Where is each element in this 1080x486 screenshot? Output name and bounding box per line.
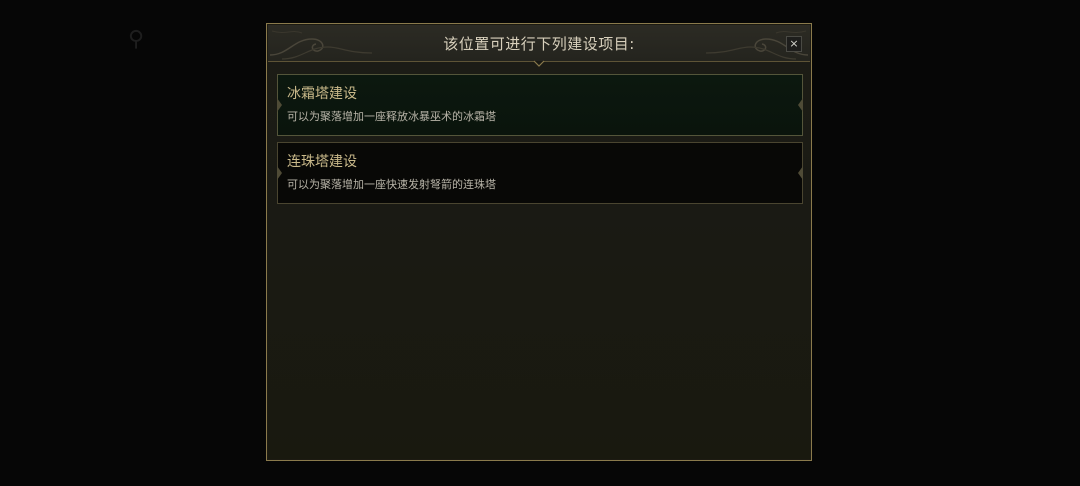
dialog-header: 该位置可进行下列建设项目: × [268, 25, 810, 62]
build-option-title: 连珠塔建设 [287, 154, 357, 170]
pointer-caret-icon [533, 60, 545, 67]
item-right-notch-icon [798, 98, 803, 112]
dialog-title: 该位置可进行下列建设项目: [443, 35, 635, 53]
build-option-frost-tower[interactable]: 冰霜塔建设 可以为聚落增加一座释放冰暴巫术的冰霜塔 [277, 74, 803, 136]
build-option-title: 冰霜塔建设 [287, 86, 357, 102]
build-options-list: 冰霜塔建设 可以为聚落增加一座释放冰暴巫术的冰霜塔 连珠塔建设 可以为聚落增加一… [277, 74, 803, 210]
item-left-notch-icon [277, 166, 282, 180]
item-right-notch-icon [798, 166, 803, 180]
close-icon: × [789, 37, 799, 50]
build-options-dialog: 该位置可进行下列建设项目: × 冰霜塔建设 可以为聚落增加一座释放冰暴巫术的冰霜… [266, 23, 812, 461]
item-left-notch-icon [277, 98, 282, 112]
game-screen: ⚲ 该位置可进行下列建设项目: × 冰霜塔建设 可以为聚落增加一座释放冰暴巫术的… [0, 0, 1080, 486]
background-figure-icon: ⚲ [128, 27, 145, 52]
build-option-description: 可以为聚落增加一座快速发射弩箭的连珠塔 [287, 178, 496, 191]
build-option-repeater-tower[interactable]: 连珠塔建设 可以为聚落增加一座快速发射弩箭的连珠塔 [277, 142, 803, 204]
close-button[interactable]: × [786, 36, 802, 52]
build-option-description: 可以为聚落增加一座释放冰暴巫术的冰霜塔 [287, 110, 496, 123]
